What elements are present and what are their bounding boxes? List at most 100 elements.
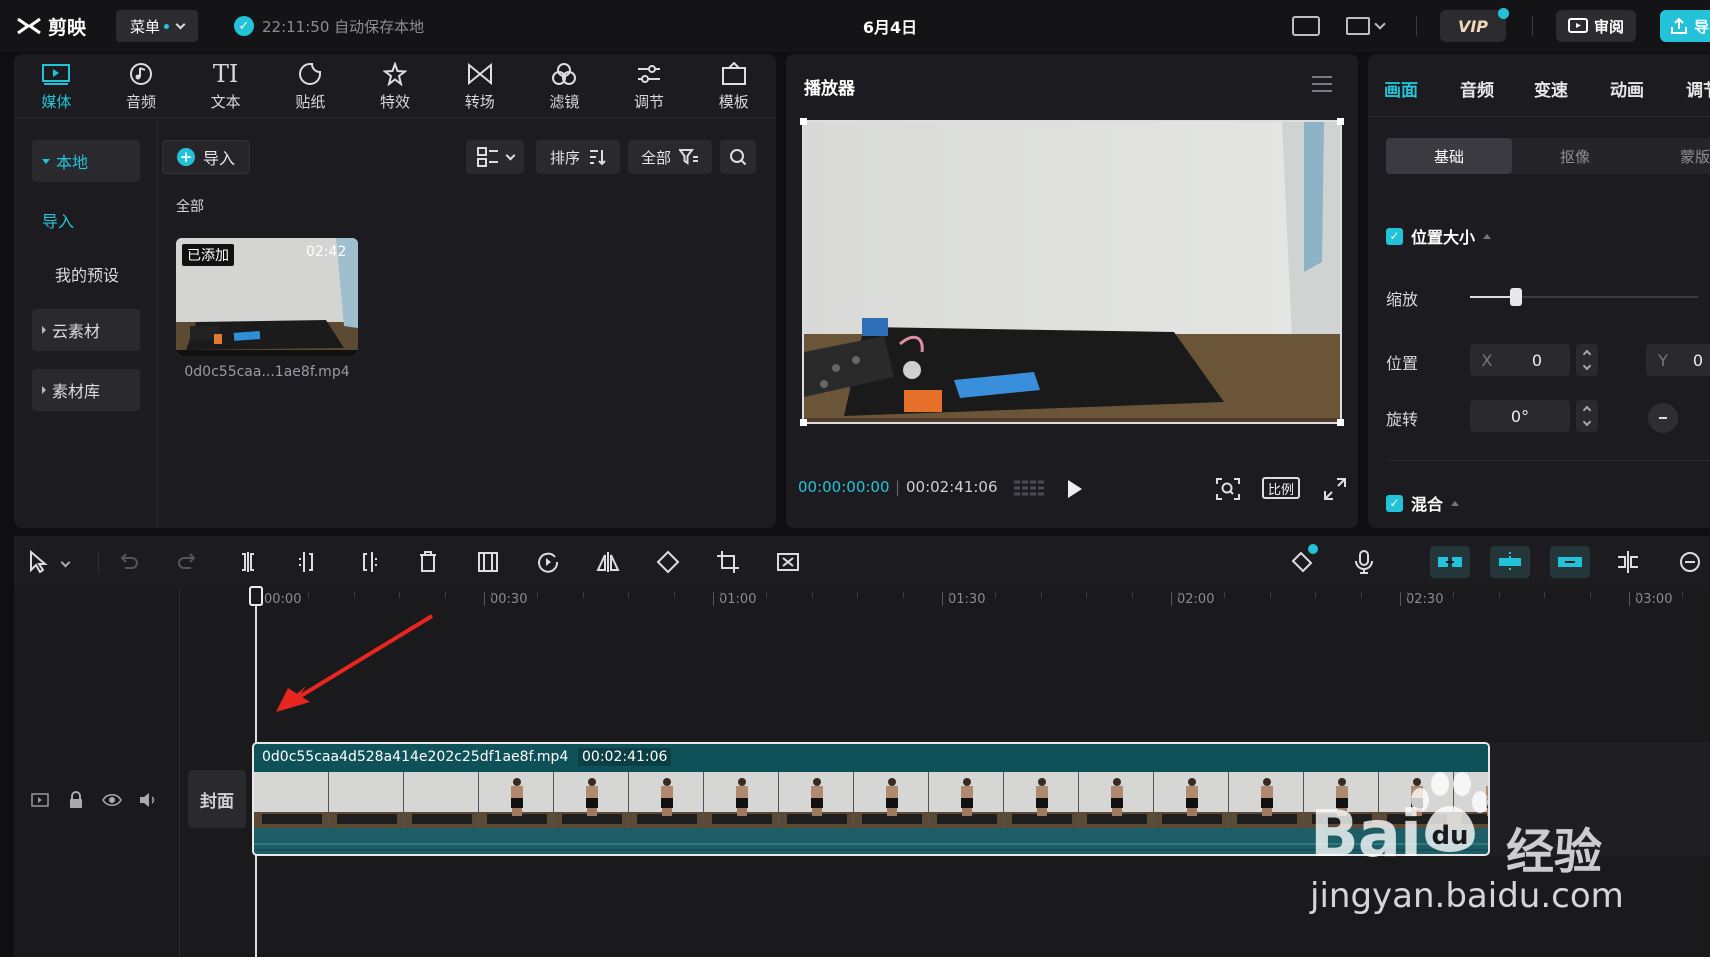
tab-filter[interactable]: 滤镜 (522, 54, 607, 118)
subtab-cutout[interactable]: 抠像 (1512, 138, 1638, 174)
eye-icon[interactable] (102, 790, 122, 810)
tab-template[interactable]: 模板 (691, 54, 776, 118)
template-icon (721, 61, 746, 85)
rotate-button[interactable] (654, 548, 682, 576)
collapse-icon[interactable] (1483, 233, 1492, 239)
trim-right-button[interactable] (354, 548, 382, 576)
view-mode-button[interactable] (466, 140, 524, 174)
video-preview[interactable] (802, 120, 1342, 424)
crop-handle[interactable] (1337, 419, 1344, 426)
position-size-section[interactable]: ✓ 位置大小 (1386, 224, 1492, 248)
sidebar-item-local[interactable]: 本地 (32, 140, 140, 182)
sort-button[interactable]: 排序 (536, 140, 620, 174)
record-button[interactable] (1350, 548, 1378, 576)
position-x-field[interactable]: X 0 (1470, 344, 1570, 376)
ruler-minor-tick (812, 592, 813, 598)
hamburger-menu-icon[interactable] (1312, 76, 1332, 92)
sidebar-item-library[interactable]: 素材库 (32, 369, 140, 411)
rotation-stepper[interactable] (1576, 400, 1598, 432)
notification-dot (1498, 8, 1509, 19)
undo-button[interactable] (114, 548, 142, 576)
keyboard-shortcut-icon[interactable] (1292, 16, 1320, 36)
sidebar-item-import[interactable]: 导入 (42, 208, 74, 232)
clip-audio-waveform (254, 828, 1488, 854)
tab-label: 音频 (126, 92, 157, 111)
tab-audio[interactable]: 音频 (99, 54, 184, 118)
smart-crop-button[interactable] (774, 548, 802, 576)
split-button[interactable] (234, 548, 262, 576)
cover-button[interactable]: 封面 (188, 770, 246, 828)
tab-transition[interactable]: 转场 (437, 54, 522, 118)
linkage-button[interactable] (1550, 546, 1590, 578)
y-value: 0 (1692, 350, 1704, 370)
export-button[interactable]: 导 (1660, 10, 1710, 42)
mirror-button[interactable] (594, 548, 622, 576)
annotation-arrow-icon (276, 614, 434, 712)
subtab-basic[interactable]: 基础 (1386, 138, 1512, 174)
crop-handle[interactable] (800, 118, 807, 125)
x-stepper[interactable] (1576, 344, 1598, 376)
select-tool-menu[interactable] (58, 548, 72, 576)
tab-effects[interactable]: 特效 (353, 54, 438, 118)
menu-button[interactable]: 菜单 (116, 10, 198, 42)
rotation-field[interactable]: 0° (1470, 400, 1570, 432)
auto-snap-button[interactable] (1490, 546, 1530, 578)
vip-button[interactable]: VIP (1440, 10, 1506, 42)
tab-picture[interactable]: 画面 (1384, 76, 1418, 101)
export-label: 导 (1694, 17, 1710, 36)
play-icon[interactable] (1068, 480, 1082, 498)
scale-slider-handle[interactable] (1510, 288, 1522, 306)
ruler-tick (1400, 592, 1401, 606)
clip-frame-thumbnail (629, 772, 704, 828)
preview-axis-button[interactable] (1614, 548, 1642, 576)
trim-left-button[interactable] (294, 548, 322, 576)
blend-section[interactable]: ✓ 混合 (1386, 491, 1460, 515)
tab-animation[interactable]: 动画 (1610, 76, 1644, 101)
checkbox-icon[interactable]: ✓ (1386, 494, 1403, 512)
freeze-frame-button[interactable] (474, 548, 502, 576)
waveform-icon[interactable] (1012, 478, 1046, 498)
reverse-button[interactable] (534, 548, 562, 576)
chevron-down-icon (1374, 18, 1386, 30)
review-button[interactable]: 审阅 (1556, 10, 1636, 42)
tab-media[interactable]: 媒体 (14, 54, 99, 118)
lock-icon[interactable] (66, 790, 86, 810)
tab-inspector-audio[interactable]: 音频 (1460, 76, 1494, 101)
tab-sticker[interactable]: 贴纸 (268, 54, 353, 118)
sidebar-item-cloud[interactable]: 云素材 (32, 309, 140, 351)
tab-adjust[interactable]: 调节 (607, 54, 692, 118)
layout-switch[interactable] (1346, 16, 1390, 36)
position-y-field[interactable]: Y 0 (1646, 344, 1710, 376)
crop-handle[interactable] (800, 419, 807, 426)
clip-frame-thumbnail (1079, 772, 1154, 828)
delete-button[interactable] (414, 548, 442, 576)
subtab-mask[interactable]: 蒙版 (1680, 138, 1710, 174)
zoom-out-button[interactable] (1676, 548, 1704, 576)
aspect-ratio-button[interactable]: 比例 (1262, 477, 1300, 499)
playhead-handle[interactable] (249, 586, 263, 606)
sidebar-item-my-presets[interactable]: 我的预设 (55, 262, 119, 286)
fit-view-icon[interactable] (1216, 478, 1240, 500)
tab-speed[interactable]: 变速 (1534, 76, 1568, 101)
crop-button[interactable] (714, 548, 742, 576)
speaker-icon[interactable] (138, 790, 158, 810)
project-title[interactable]: 6月4日 (830, 14, 950, 38)
redo-button[interactable] (174, 548, 202, 576)
fullscreen-icon[interactable] (1324, 478, 1346, 500)
import-button[interactable]: + 导入 (162, 140, 250, 174)
crop-handle[interactable] (1337, 118, 1344, 125)
collapse-icon[interactable] (1451, 500, 1460, 506)
track-lock-video-icon[interactable] (30, 790, 50, 810)
caret-down-icon (42, 158, 50, 164)
video-clip[interactable]: 0d0c55caa4d528a414e202c25df1ae8f.mp4 00:… (252, 742, 1490, 856)
select-tool-button[interactable] (24, 548, 52, 576)
clip-frames (254, 772, 1488, 828)
checkbox-icon[interactable]: ✓ (1386, 227, 1403, 245)
main-track-magnet-button[interactable] (1430, 546, 1470, 578)
tab-inspector-adjust[interactable]: 调节 (1686, 76, 1710, 101)
search-button[interactable] (720, 140, 756, 174)
rotation-dial-icon[interactable] (1648, 403, 1678, 433)
tab-text[interactable]: TI 文本 (183, 54, 268, 118)
filter-button[interactable]: 全部 (628, 140, 712, 174)
tab-label: 滤镜 (549, 92, 580, 111)
